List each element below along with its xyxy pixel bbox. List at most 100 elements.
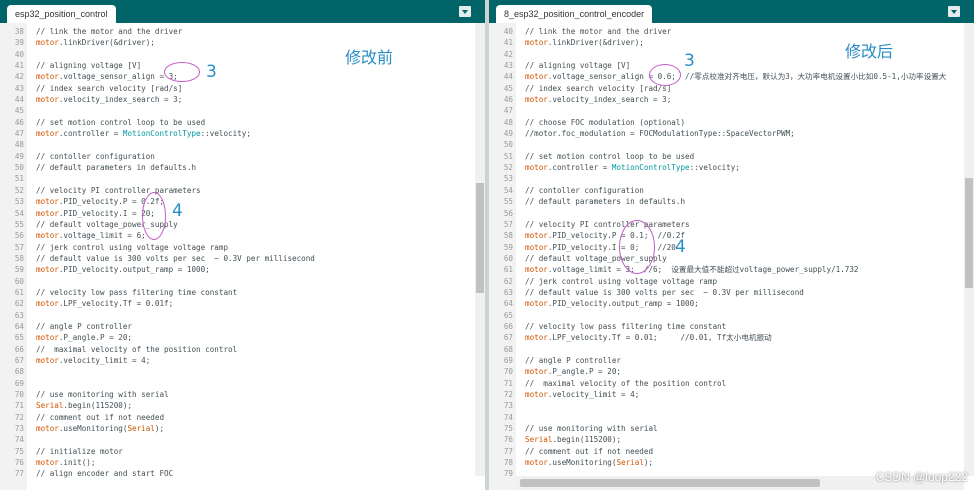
code-line[interactable]: 66 // maximal velocity of the position co…	[0, 344, 485, 355]
code-line[interactable]: 71 Serial.begin(115200);	[0, 400, 485, 411]
code-editor[interactable]: 38 // link the motor and the driver 39 moto…	[0, 26, 485, 480]
code-line[interactable]: 41 // aligning voltage [V]	[0, 60, 485, 71]
code-line[interactable]: 58 // default value is 300 volts per sec …	[0, 253, 485, 264]
code-line[interactable]: 68	[489, 344, 974, 355]
code-line[interactable]: 78 motor.useMonitoring(Serial);	[489, 457, 974, 468]
line-number: 40	[503, 27, 513, 36]
code-line[interactable]: 67 motor.LPF_velocity.Tf = 0.01; //0.01, …	[489, 332, 974, 343]
code-line[interactable]: 46 // set motion control loop to be used	[0, 117, 485, 128]
code-line[interactable]: 45	[0, 105, 485, 116]
code-line[interactable]: 40 // link the motor and the driver	[489, 26, 974, 37]
code-line[interactable]: 75 // initialize motor	[0, 446, 485, 457]
code-line[interactable]: 73 motor.useMonitoring(Serial);	[0, 423, 485, 434]
code-text: // choose FOC modulation (optional)	[525, 117, 686, 127]
line-number: 57	[503, 219, 513, 229]
code-line[interactable]: 63 // default value is 300 volts per sec …	[489, 287, 974, 298]
code-text: motor.velocity_index_search = 3;	[36, 95, 183, 105]
code-line[interactable]: 63	[0, 310, 485, 321]
code-line[interactable]: 60// default voltage_power_supply	[489, 253, 974, 264]
code-text: motor.PID_velocity.P = 0.1; //0.2f	[525, 231, 686, 241]
code-line[interactable]: 71 // maximal velocity of the position co…	[489, 378, 974, 389]
code-line[interactable]: 46 motor.velocity_index_search = 3;	[489, 94, 974, 105]
tab-menu-dropdown-icon[interactable]	[948, 6, 960, 17]
code-line[interactable]: 41 motor.linkDriver(&driver);	[489, 37, 974, 48]
code-line[interactable]: 49 // contoller configuration	[0, 151, 485, 162]
code-line[interactable]: 62 motor.LPF_velocity.Tf = 0.01f;	[0, 298, 485, 309]
code-line[interactable]: 59 motor.PID_velocity.output_ramp = 1000;	[0, 264, 485, 275]
code-line[interactable]: 48 // choose FOC modulation (optional)	[489, 117, 974, 128]
code-line[interactable]: 64 motor.PID_velocity.output_ramp = 1000;	[489, 298, 974, 309]
code-line[interactable]: 54 // contoller configuration	[489, 185, 974, 196]
code-line[interactable]: 77 // comment out if not needed	[489, 446, 974, 457]
vertical-scrollbar-thumb[interactable]	[476, 183, 484, 293]
code-line[interactable]: 69	[0, 378, 485, 389]
tab-bar: esp32_position_control	[0, 0, 485, 23]
horizontal-scrollbar-thumb[interactable]	[520, 479, 820, 487]
code-line[interactable]: 45 // index search velocity [rad/s]	[489, 83, 974, 94]
code-line[interactable]: 67 motor.velocity_limit = 4;	[0, 355, 485, 366]
code-line[interactable]: 58 motor.PID_velocity.P = 0.1; //0.2f	[489, 230, 974, 241]
code-line[interactable]: 50	[489, 139, 974, 150]
code-line[interactable]: 48	[0, 139, 485, 150]
code-line[interactable]: 57 // jerk control using voltage voltage …	[0, 242, 485, 253]
code-line[interactable]: 77 // align encoder and start FOC	[0, 468, 485, 479]
code-line[interactable]: 68	[0, 366, 485, 377]
code-line[interactable]: 70 // use monitoring with serial	[0, 389, 485, 400]
code-line[interactable]: 73	[489, 400, 974, 411]
tab-8-esp32-position-control-encoder[interactable]: 8_esp32_position_control_encoder	[496, 5, 653, 23]
code-line[interactable]: 74	[0, 434, 485, 445]
code-line[interactable]: 62 // jerk control using voltage voltage …	[489, 276, 974, 287]
vertical-scrollbar[interactable]	[475, 23, 485, 476]
code-line[interactable]: 52 // velocity PI controller parameters	[0, 185, 485, 196]
code-line[interactable]: 74	[489, 412, 974, 423]
code-line[interactable]: 64 // angle P controller	[0, 321, 485, 332]
vertical-scrollbar-thumb[interactable]	[965, 178, 973, 288]
code-line[interactable]: 38 // link the motor and the driver	[0, 26, 485, 37]
code-line[interactable]: 52 motor.controller = MotionControlType::…	[489, 162, 974, 173]
code-editor[interactable]: 40 // link the motor and the driver 41 moto…	[489, 26, 974, 480]
line-number: 54	[503, 185, 513, 195]
line-number: 52	[503, 163, 513, 173]
code-line[interactable]: 44 motor.velocity_index_search = 3;	[0, 94, 485, 105]
code-line[interactable]: 49 //motor.foc_modulation = FOCModulation…	[489, 128, 974, 139]
code-line[interactable]: 57 // velocity PI controller parameters	[489, 219, 974, 230]
code-line[interactable]: 70 motor.P_angle.P = 20;	[489, 366, 974, 377]
code-line[interactable]: 47	[489, 105, 974, 116]
code-line[interactable]: 60	[0, 276, 485, 287]
code-line[interactable]: 59 motor.PID_velocity.I = 0; //20	[489, 242, 974, 253]
code-line[interactable]: 55 // default parameters in defaults.h	[489, 196, 974, 207]
code-text: Serial.begin(115200);	[36, 401, 133, 411]
code-line[interactable]: 51 // set motion control loop to be used	[489, 151, 974, 162]
code-line[interactable]: 66 // velocity low pass filtering time co…	[489, 321, 974, 332]
code-line[interactable]: 55// default voltage_power_supply	[0, 219, 485, 230]
code-line[interactable]: 50 // default parameters in defaults.h	[0, 162, 485, 173]
code-line[interactable]: 53 motor.PID_velocity.P = 0.2f;	[0, 196, 485, 207]
code-line[interactable]: 72 motor.velocity_limit = 4;	[489, 389, 974, 400]
code-line[interactable]: 53	[489, 173, 974, 184]
code-line[interactable]: 39 motor.linkDriver(&driver);	[0, 37, 485, 48]
code-line[interactable]: 43 // index search velocity [rad/s]	[0, 83, 485, 94]
code-line[interactable]: 76 motor.init();	[0, 457, 485, 468]
code-line[interactable]: 56 motor.voltage_limit = 6;	[0, 230, 485, 241]
code-line[interactable]: 61 motor.voltage_limit = 3; //6; 设置最大值不能超…	[489, 264, 974, 275]
code-line[interactable]: 76 Serial.begin(115200);	[489, 434, 974, 445]
code-line[interactable]: 42	[489, 49, 974, 60]
code-line[interactable]: 43 // aligning voltage [V]	[489, 60, 974, 71]
tab-esp32-position-control[interactable]: esp32_position_control	[7, 5, 116, 23]
code-line[interactable]: 69 // angle P controller	[489, 355, 974, 366]
code-line[interactable]: 56	[489, 208, 974, 219]
code-line[interactable]: 54 motor.PID_velocity.I = 20;	[0, 208, 485, 219]
code-line[interactable]: 47 motor.controller = MotionControlType::…	[0, 128, 485, 139]
code-line[interactable]: 42 motor.voltage_sensor_align = 3;	[0, 71, 485, 82]
line-number: 61	[14, 287, 24, 297]
code-line[interactable]: 44 motor.voltage_sensor_align = 0.6; //零点…	[489, 71, 974, 82]
code-line[interactable]: 75 // use monitoring with serial	[489, 423, 974, 434]
code-line[interactable]: 61 // velocity low pass filtering time co…	[0, 287, 485, 298]
code-line[interactable]: 65	[489, 310, 974, 321]
code-line[interactable]: 65 motor.P_angle.P = 20;	[0, 332, 485, 343]
vertical-scrollbar[interactable]	[964, 23, 974, 476]
code-line[interactable]: 40	[0, 49, 485, 60]
tab-menu-dropdown-icon[interactable]	[459, 6, 471, 17]
code-line[interactable]: 72 // comment out if not needed	[0, 412, 485, 423]
code-line[interactable]: 51	[0, 173, 485, 184]
